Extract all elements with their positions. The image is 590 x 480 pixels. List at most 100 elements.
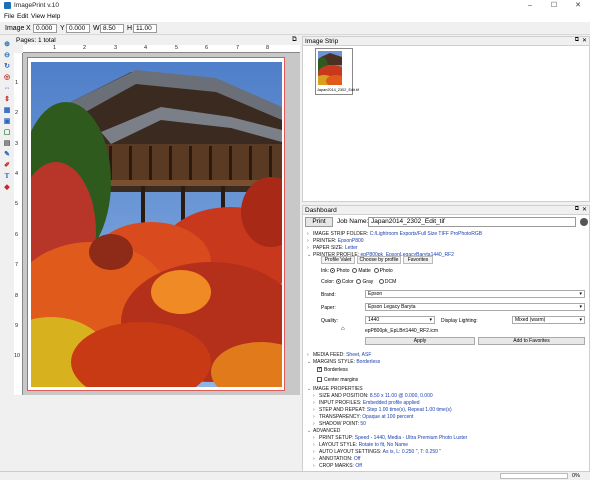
app-icon <box>4 2 11 9</box>
dashboard-title: Dashboard <box>305 207 337 214</box>
menu-view[interactable]: View <box>31 13 45 20</box>
ruler-h-4: 4 <box>144 45 148 51</box>
thumbnail-image <box>318 51 342 85</box>
color-dcm-radio[interactable] <box>378 279 384 285</box>
paper-label: Paper: <box>321 305 336 311</box>
color-gray-radio[interactable] <box>356 279 362 285</box>
print-setup-row[interactable]: › PRINT SETUP: Speed - 1440, Media - Ultr… <box>313 435 467 441</box>
rotate-icon[interactable]: ↻ <box>2 62 12 71</box>
print-button[interactable]: Print <box>305 217 333 227</box>
printer-row[interactable]: › PRINTER: EpsonP800 <box>307 238 364 244</box>
borderless-option: Borderless <box>317 366 348 373</box>
margins-style-row[interactable]: ⌄ MARGINS STYLE: Borderless <box>307 359 380 365</box>
pages-count: Pages: 1 total <box>16 37 56 44</box>
menu-bar: File Edit View Help <box>0 12 590 22</box>
grid-icon[interactable]: ▦ <box>2 106 12 115</box>
center-margins-option: Center margins <box>317 377 358 383</box>
minimize-button[interactable]: – <box>518 0 542 12</box>
ink-row: Ink: Photo Matte Photo <box>321 268 393 274</box>
undock-icon[interactable]: ⧉ <box>575 206 579 213</box>
close-icon[interactable]: ✕ <box>582 37 587 44</box>
menu-help[interactable]: Help <box>47 13 60 20</box>
close-button[interactable]: ✕ <box>566 0 590 12</box>
pen-icon[interactable]: ✎ <box>2 150 12 159</box>
color-color-radio[interactable] <box>335 279 341 285</box>
paper-select[interactable]: Epson Legacy Baryta <box>365 303 585 311</box>
brand-label: Brand: <box>321 292 336 298</box>
job-name-input[interactable]: Japan2014_2302_Edit_tif <box>368 217 576 227</box>
tab-favorites[interactable]: Favorites <box>403 256 433 264</box>
size-position-row[interactable]: › SIZE AND POSITION: 8.50 x 11.00 @ 0.000… <box>313 393 433 399</box>
target-icon[interactable]: ◎ <box>2 73 12 82</box>
paper-sheet <box>27 57 285 391</box>
y-field[interactable]: 0.000 <box>66 24 90 33</box>
layers-icon[interactable]: ▤ <box>2 139 12 148</box>
ruler-v-3: 3 <box>15 141 19 147</box>
zoom-status: 0% <box>572 473 580 479</box>
media-feed-row[interactable]: › MEDIA FEED: Sheet, ASF <box>307 352 371 358</box>
job-settings-icon[interactable] <box>580 218 588 226</box>
ink-photo-radio-2[interactable] <box>373 268 379 274</box>
ruler-v-7: 7 <box>15 262 19 268</box>
close-icon[interactable]: ✕ <box>582 206 587 213</box>
zoom-out-icon[interactable]: ⊖ <box>2 51 12 60</box>
annotation-row[interactable]: › ANNOTATION: Off <box>313 456 360 462</box>
shadow-point-row[interactable]: › SHADOW POINT: 50 <box>313 421 366 427</box>
undock-icon[interactable]: ⧉ <box>575 37 579 44</box>
w-field[interactable]: 8.50 <box>100 24 124 33</box>
h-field[interactable]: 11.00 <box>133 24 157 33</box>
ruler-v-6: 6 <box>15 232 19 238</box>
input-profiles-row[interactable]: › INPUT PROFILES: Embedded profile applie… <box>313 400 420 406</box>
image-strip-folder-row[interactable]: › IMAGE STRIP FOLDER: C:/Lightroom Export… <box>307 231 482 237</box>
window-title: ImagePrint v.10 <box>14 2 60 9</box>
x-field[interactable]: 0.000 <box>33 24 57 33</box>
transparency-row[interactable]: › TRANSPARENCY: Opaque at 100 percent <box>313 414 413 420</box>
home-icon[interactable]: ⌂ <box>341 326 345 332</box>
flip-horizontal-icon[interactable]: ⇔ <box>2 84 12 93</box>
auto-layout-row[interactable]: › AUTO LAYOUT SETTINGS: As is, L: 0.250 "… <box>313 449 441 455</box>
image-properties-header[interactable]: ⌄ IMAGE PROPERTIES <box>307 386 363 392</box>
tab-profile-valet[interactable]: Profile Valet <box>321 256 355 264</box>
ruler-v-4: 4 <box>15 171 19 177</box>
paper-size-row[interactable]: › PAPER SIZE: Letter <box>307 245 358 251</box>
crop-icon[interactable]: ▢ <box>2 128 12 137</box>
fit-icon[interactable]: ▣ <box>2 117 12 126</box>
brand-select[interactable]: Epson <box>365 290 585 298</box>
dashboard-panel: Dashboard ⧉ ✕ Print Job Name: Japan2014_… <box>302 205 590 480</box>
ruler-h-1: 1 <box>53 45 57 51</box>
advanced-header[interactable]: ⌄ ADVANCED <box>307 428 340 434</box>
quality-select[interactable]: 1440 <box>365 316 435 324</box>
flip-vertical-icon[interactable]: ⇕ <box>2 95 12 104</box>
shape-icon[interactable]: ◆ <box>2 183 12 192</box>
w-label: W <box>93 25 100 32</box>
undock-icon[interactable]: ⧉ <box>292 36 297 44</box>
ruler-v-10: 10 <box>14 353 21 359</box>
ruler-h-7: 7 <box>236 45 240 51</box>
zoom-in-icon[interactable]: ⊕ <box>2 40 12 49</box>
ink-matte-radio[interactable] <box>352 268 358 274</box>
tab-choose-by-profile[interactable]: Choose by profile <box>357 256 401 264</box>
ruler-v-5: 5 <box>15 201 19 207</box>
image-thumbnail[interactable]: Japan2014_2302_Edit.tif <box>315 48 359 95</box>
brush-icon[interactable]: ✐ <box>2 161 12 170</box>
text-tool-icon[interactable]: T <box>2 172 12 181</box>
pages-empty-area <box>14 395 300 480</box>
maximize-button[interactable]: ☐ <box>542 0 566 12</box>
photo-preview[interactable] <box>31 62 282 387</box>
layout-style-row[interactable]: › LAYOUT STYLE: Rotate to fit, No Name <box>313 442 408 448</box>
pages-header: Pages: 1 total ⧉ <box>14 36 300 45</box>
add-to-favorites-button[interactable]: Add to Favorites <box>478 337 585 345</box>
menu-edit[interactable]: Edit <box>17 13 28 20</box>
ruler-h-5: 5 <box>175 45 179 51</box>
crop-marks-row[interactable]: › CROP MARKS: Off <box>313 463 362 469</box>
ruler-v-1: 1 <box>15 80 19 86</box>
page-canvas[interactable] <box>23 53 300 395</box>
image-label: Image <box>5 25 25 32</box>
menu-file[interactable]: File <box>4 13 14 20</box>
step-repeat-row[interactable]: › STEP AND REPEAT: Step 1.00 time(s), Rep… <box>313 407 452 413</box>
display-lighting-select[interactable]: Mixed (warm) <box>512 316 585 324</box>
ink-photo-radio[interactable] <box>330 268 336 274</box>
apply-button[interactable]: Apply <box>365 337 475 345</box>
center-margins-checkbox[interactable] <box>317 377 322 383</box>
borderless-checkbox[interactable] <box>317 366 322 373</box>
